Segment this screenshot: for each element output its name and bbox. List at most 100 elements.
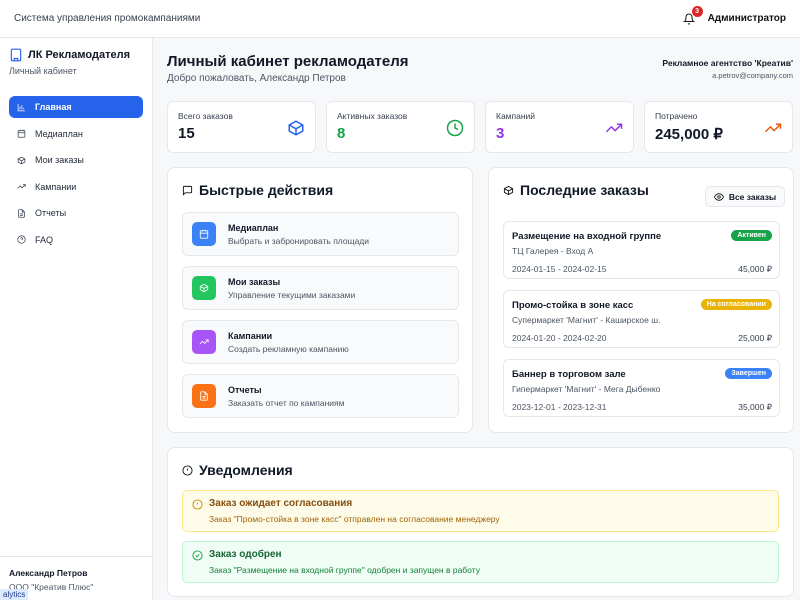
sidebar-item-label: Отчеты [35,208,67,219]
sidebar-item-campaigns[interactable]: Кампании [9,176,143,198]
quick-action-mediaplan[interactable]: Медиаплан Выбрать и забронировать площад… [182,212,459,256]
help-circle-icon [17,235,26,245]
notification-badge: 3 [691,5,703,17]
stat-value: 15 [178,125,195,142]
notifications-button[interactable]: 3 [682,5,703,26]
calendar-icon [17,129,26,138]
order-price: 35,000 ₽ [738,402,772,412]
sidebar-item-orders[interactable]: Мои заказы [9,149,143,171]
sidebar-item-label: Кампании [35,181,77,192]
footer-org-name: ООО "Креатив Плюс" [9,582,94,592]
order-card[interactable]: Размещение на входной группе Активен ТЦ … [503,221,780,279]
building-icon [10,48,22,62]
agency-email: a.petrov@company.com [712,71,793,80]
stat-card-spent: Потрачено 245,000 ₽ [644,101,793,153]
package-icon [17,156,26,164]
status-badge: Активен [731,230,772,241]
agency-info: Рекламное агентство 'Креатив' a.petrov@c… [662,58,793,80]
quick-actions-title: Быстрые действия [182,182,333,198]
quick-action-orders[interactable]: Мои заказы Управление текущими заказами [182,266,459,310]
quick-action-title: Медиаплан [228,222,279,233]
stat-value: 8 [337,125,346,142]
sidebar-nav: Главная Медиаплан Мои заказы Кампании От… [0,88,152,264]
package-icon [199,283,209,293]
stat-label: Всего заказов [178,111,233,121]
eye-icon [713,192,724,201]
sidebar-item-faq[interactable]: FAQ [9,229,143,251]
sidebar-item-label: Мои заказы [35,155,84,166]
stat-card-active-orders: Активных заказов 8 [326,101,475,153]
welcome-text: Добро пожаловать, Александр Петров [167,73,346,84]
order-card[interactable]: Промо-стойка в зоне касс На согласовании… [503,290,780,348]
all-orders-button[interactable]: Все заказы [705,186,785,207]
page-title: Личный кабинет рекламодателя [167,53,409,70]
order-price: 45,000 ₽ [738,264,772,274]
trending-up-icon [199,339,209,345]
file-icon [200,391,208,401]
analytics-tag: alytics [0,589,29,600]
message-square-icon [182,185,193,196]
notifications-title: Уведомления [182,462,293,478]
alert-circle-icon [192,499,203,510]
sidebar-item-reports[interactable]: Отчеты [9,202,143,224]
trending-up-icon [605,123,623,133]
sidebar-item-mediaplan[interactable]: Медиаплан [9,123,143,145]
package-icon [503,185,514,195]
order-location: Супермаркет 'Магнит' - Каширское ш. [512,315,661,325]
status-badge: На согласовании [700,299,772,310]
check-circle-icon [192,550,203,561]
notification-title: Заказ одобрен [209,549,282,560]
quick-actions-card: Быстрые действия Медиаплан Выбрать и заб… [167,167,473,433]
trending-up-icon [17,184,26,189]
quick-action-subtitle: Создать рекламную кампанию [228,343,349,354]
order-title: Промо-стойка в зоне касс [512,300,634,311]
quick-action-subtitle: Выбрать и забронировать площади [228,235,370,246]
notification-title: Заказ ожидает согласования [209,498,353,509]
top-bar: Система управления промокампаниями 3 Адм… [0,0,800,38]
stat-value: 245,000 ₽ [655,126,723,143]
notification-text: Заказ "Размещение на входной группе" одо… [209,565,480,575]
order-dates: 2024-01-15 - 2024-02-15 [512,264,607,274]
file-icon [18,209,25,218]
sidebar: ЛК Рекламодателя Личный кабинет Главная … [0,38,153,600]
quick-action-subtitle: Заказать отчет по кампаниям [228,397,345,408]
footer-user-name: Александр Петров [9,568,88,578]
status-badge: Завершен [725,368,772,379]
clock-icon [446,119,464,137]
user-menu[interactable]: Администратор [708,13,786,24]
notification-text: Заказ "Промо-стойка в зоне касс" отправл… [209,514,500,524]
notification-item: Заказ одобрен Заказ "Размещение на входн… [182,541,779,583]
sidebar-item-label: FAQ [35,234,54,245]
agency-name: Рекламное агентство 'Креатив' [662,58,793,68]
order-location: Гипермаркет 'Магнит' - Мега Дыбенко [512,384,661,394]
quick-action-title: Кампании [228,330,273,341]
notifications-card: Уведомления Заказ ожидает согласования З… [167,447,794,597]
sidebar-item-label: Главная [35,102,72,112]
stat-card-campaigns: Кампаний 3 [485,101,634,153]
order-location: ТЦ Галерея - Вход А [512,246,594,256]
quick-action-reports[interactable]: Отчеты Заказать отчет по кампаниям [182,374,459,418]
quick-action-campaigns[interactable]: Кампании Создать рекламную кампанию [182,320,459,364]
order-card[interactable]: Баннер в торговом зале Завершен Гипермар… [503,359,780,417]
quick-action-title: Мои заказы [228,276,281,287]
order-dates: 2024-01-20 - 2024-02-20 [512,333,607,343]
brand-title: ЛК Рекламодателя [28,49,130,61]
brand-subtitle: Личный кабинет [9,66,77,76]
package-icon [288,120,304,136]
order-title: Баннер в торговом зале [512,369,626,380]
bar-chart-icon [17,103,25,111]
order-price: 25,000 ₽ [738,333,772,343]
stat-label: Потрачено [655,111,698,121]
trending-up-icon [764,123,782,133]
alert-circle-icon [182,464,193,476]
quick-action-title: Отчеты [228,384,262,395]
stat-value: 3 [496,125,505,142]
calendar-icon [199,229,209,239]
main-content: Личный кабинет рекламодателя Добро пожал… [153,38,800,600]
stat-label: Кампаний [496,111,536,121]
recent-orders-card: Последние заказы Все заказы Размещение н… [488,167,794,433]
brand: ЛК Рекламодателя Личный кабинет [0,38,152,88]
notification-item: Заказ ожидает согласования Заказ "Промо-… [182,490,779,532]
order-dates: 2023-12-01 - 2023-12-31 [512,402,607,412]
sidebar-item-home[interactable]: Главная [9,96,143,118]
